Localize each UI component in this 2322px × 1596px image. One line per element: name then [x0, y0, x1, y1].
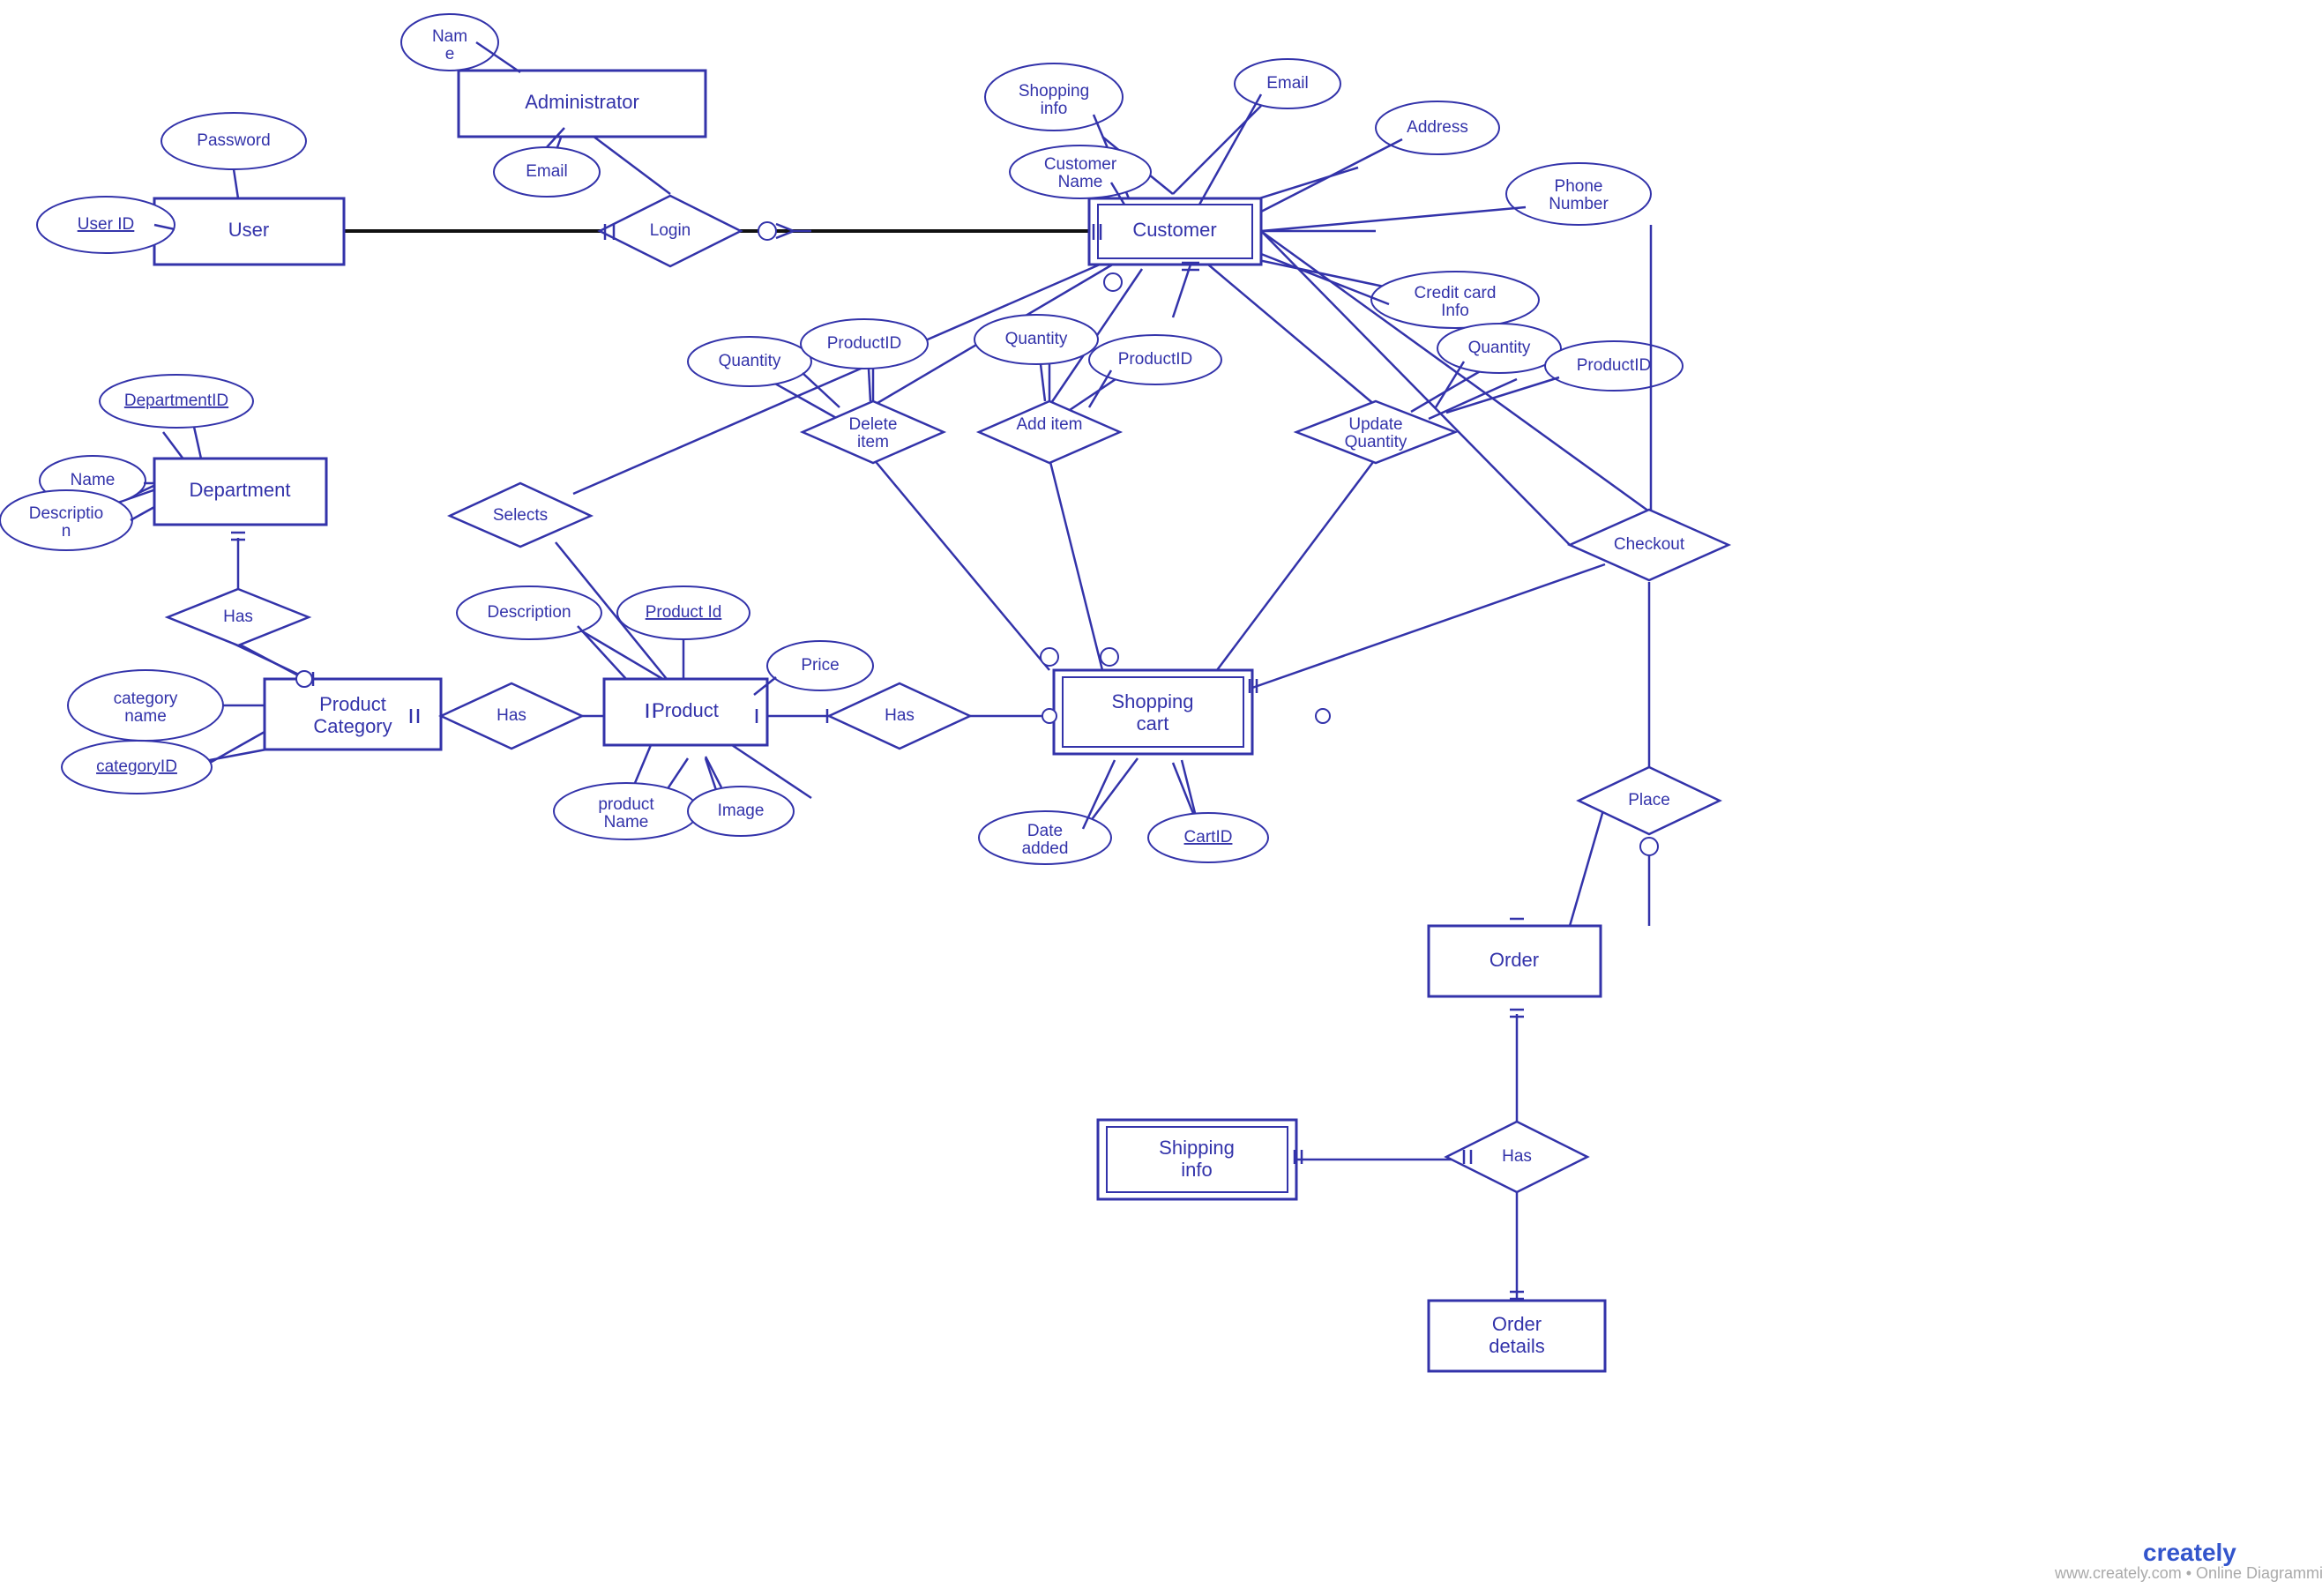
attr-proddesc-label: Description — [487, 603, 571, 622]
attr-catname-label1: category — [114, 690, 178, 708]
entity-administrator-label: Administrator — [525, 91, 639, 113]
attr-shoppinginfo-label1: Shopping — [1019, 82, 1089, 101]
attr-addprodid-label: ProductID — [1118, 350, 1192, 369]
rel-deleteitem-label2: item — [857, 433, 889, 451]
attr-userid-label: User ID — [78, 215, 134, 234]
attr-delqty-label: Quantity — [719, 352, 781, 370]
attr-customeremail-label: Email — [1266, 74, 1309, 93]
entity-customer-label: Customer — [1132, 219, 1216, 241]
attr-dateadded-label1: Date — [1027, 822, 1063, 840]
rel-hasorder-label: Has — [1502, 1147, 1532, 1166]
rel-additem-label1: Add item — [1017, 415, 1083, 434]
attr-prodname-label2: Name — [604, 813, 649, 832]
attr-customername-label1: Customer — [1044, 155, 1117, 174]
attr-deptdesc-label2: n — [62, 522, 71, 541]
rel-checkout-label: Checkout — [1614, 535, 1685, 554]
attr-dateadded-label2: added — [1022, 839, 1069, 858]
attr-shoppinginfo-label2: info — [1041, 100, 1068, 118]
entity-order-label: Order — [1490, 949, 1539, 971]
entity-shippinginfo-label1: Shipping — [1159, 1137, 1235, 1159]
attr-phone-label1: Phone — [1555, 177, 1603, 196]
attr-address-label: Address — [1407, 118, 1468, 137]
attr-prodid-label: Product Id — [646, 603, 722, 622]
entity-productcategory-label: Product — [319, 693, 386, 715]
entity-department-label: Department — [190, 479, 291, 501]
rel-login-label: Login — [650, 221, 691, 240]
rel-selects-label: Selects — [493, 506, 548, 525]
attr-creditcard-label1: Credit card — [1415, 284, 1497, 302]
attr-admin-name-label1: Nam — [432, 27, 467, 46]
attr-cartid-label: CartID — [1184, 828, 1233, 846]
rel-updateqty-label1: Update — [1348, 415, 1402, 434]
attr-image-label: Image — [718, 802, 765, 820]
attr-updqty-label: Quantity — [1468, 339, 1531, 357]
attr-customername-label2: Name — [1058, 173, 1103, 191]
attr-prodname-label1: product — [598, 795, 654, 814]
entity-product-label: Product — [652, 699, 719, 721]
entity-productcategory-label2: Category — [313, 715, 392, 737]
attr-catid-label: categoryID — [96, 757, 177, 776]
entity-shippinginfo-label2: info — [1181, 1159, 1212, 1181]
diagram-container: User Administrator Customer Department P… — [0, 0, 2322, 1596]
attr-delprodid-label: ProductID — [827, 334, 901, 353]
attr-price-label: Price — [801, 656, 839, 675]
rel-has-dept-label: Has — [223, 608, 253, 626]
entity-orderdetails-label2: details — [1489, 1335, 1545, 1357]
rel-updateqty-label2: Quantity — [1345, 433, 1407, 451]
entity-shoppingcart-label2: cart — [1137, 712, 1169, 735]
attr-deptid-label: DepartmentID — [124, 392, 228, 410]
attr-phone-label2: Number — [1549, 195, 1609, 213]
attr-addqty-label: Quantity — [1005, 330, 1068, 348]
brand-label: creately — [2143, 1539, 2236, 1566]
attr-updprodid-label: ProductID — [1577, 356, 1651, 375]
attr-creditcard-label2: Info — [1441, 302, 1469, 320]
rel-has-cat-label: Has — [497, 706, 526, 725]
watermark-label: www.creately.com • Online Diagramming — [2054, 1564, 2322, 1582]
attr-deptdesc-label1: Descriptio — [29, 504, 103, 523]
attr-admin-email-label: Email — [526, 162, 568, 181]
rel-has-prod-label: Has — [885, 706, 915, 725]
entity-shoppingcart-label1: Shopping — [1112, 690, 1194, 712]
entity-orderdetails-label1: Order — [1492, 1313, 1542, 1335]
attr-catname-label2: name — [124, 707, 167, 726]
attr-password-label: Password — [197, 131, 270, 150]
rel-deleteitem-label1: Delete — [849, 415, 898, 434]
attr-deptname-label: Name — [71, 471, 116, 489]
attr-admin-name-label2: e — [445, 45, 455, 63]
entity-user-label: User — [228, 219, 269, 241]
rel-place-label: Place — [1628, 791, 1670, 809]
